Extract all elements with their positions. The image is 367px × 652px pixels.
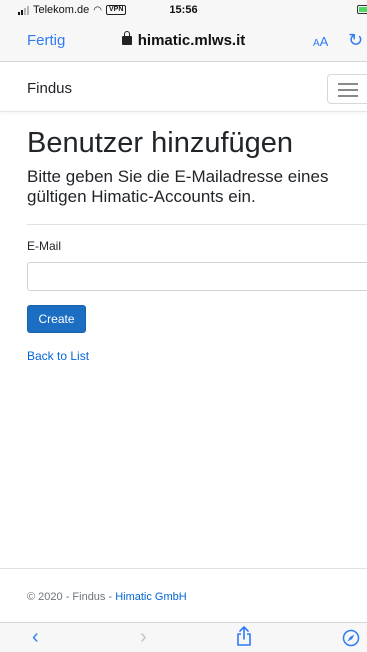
share-icon[interactable] <box>236 626 252 650</box>
back-arrow-icon[interactable]: ‹ <box>32 627 39 647</box>
navbar-brand[interactable]: Findus <box>27 80 72 97</box>
compass-icon[interactable] <box>342 629 360 651</box>
back-to-list-link[interactable]: Back to List <box>27 349 89 363</box>
menu-toggle-button[interactable] <box>327 74 367 104</box>
status-bar: Telekom.de ◠ VPN 15:56 <box>0 0 367 22</box>
hamburger-icon-line <box>338 89 358 91</box>
divider <box>27 224 367 225</box>
footer-company-link[interactable]: Himatic GmbH <box>115 591 187 603</box>
email-label: E-Mail <box>27 239 62 253</box>
browser-toolbar: ‹ › <box>0 622 367 652</box>
footer-copyright: © 2020 - Findus - <box>27 591 116 603</box>
url-field[interactable]: himatic.mlws.it <box>0 31 367 49</box>
clock: 15:56 <box>169 4 198 16</box>
footer: © 2020 - Findus - Himatic GmbH <box>27 591 187 603</box>
email-field[interactable] <box>27 262 367 291</box>
page-title: Benutzer hinzufügen <box>27 127 294 159</box>
footer-divider <box>0 568 367 569</box>
hamburger-icon-line <box>338 95 358 97</box>
reader-text-size-button[interactable]: AA <box>313 34 328 49</box>
forward-arrow-icon[interactable]: › <box>140 627 147 647</box>
create-button[interactable]: Create <box>27 305 86 333</box>
browser-address-bar: Fertig himatic.mlws.it AA ↻ <box>0 22 367 62</box>
hamburger-icon-line <box>338 83 358 85</box>
lock-icon <box>121 31 132 45</box>
reload-icon[interactable]: ↻ <box>348 30 363 51</box>
battery-icon <box>357 5 367 14</box>
site-navbar: Findus <box>0 62 367 112</box>
url-text: himatic.mlws.it <box>137 32 246 49</box>
page-description: Bitte geben Sie die E-Mailadresse eines … <box>27 167 329 206</box>
